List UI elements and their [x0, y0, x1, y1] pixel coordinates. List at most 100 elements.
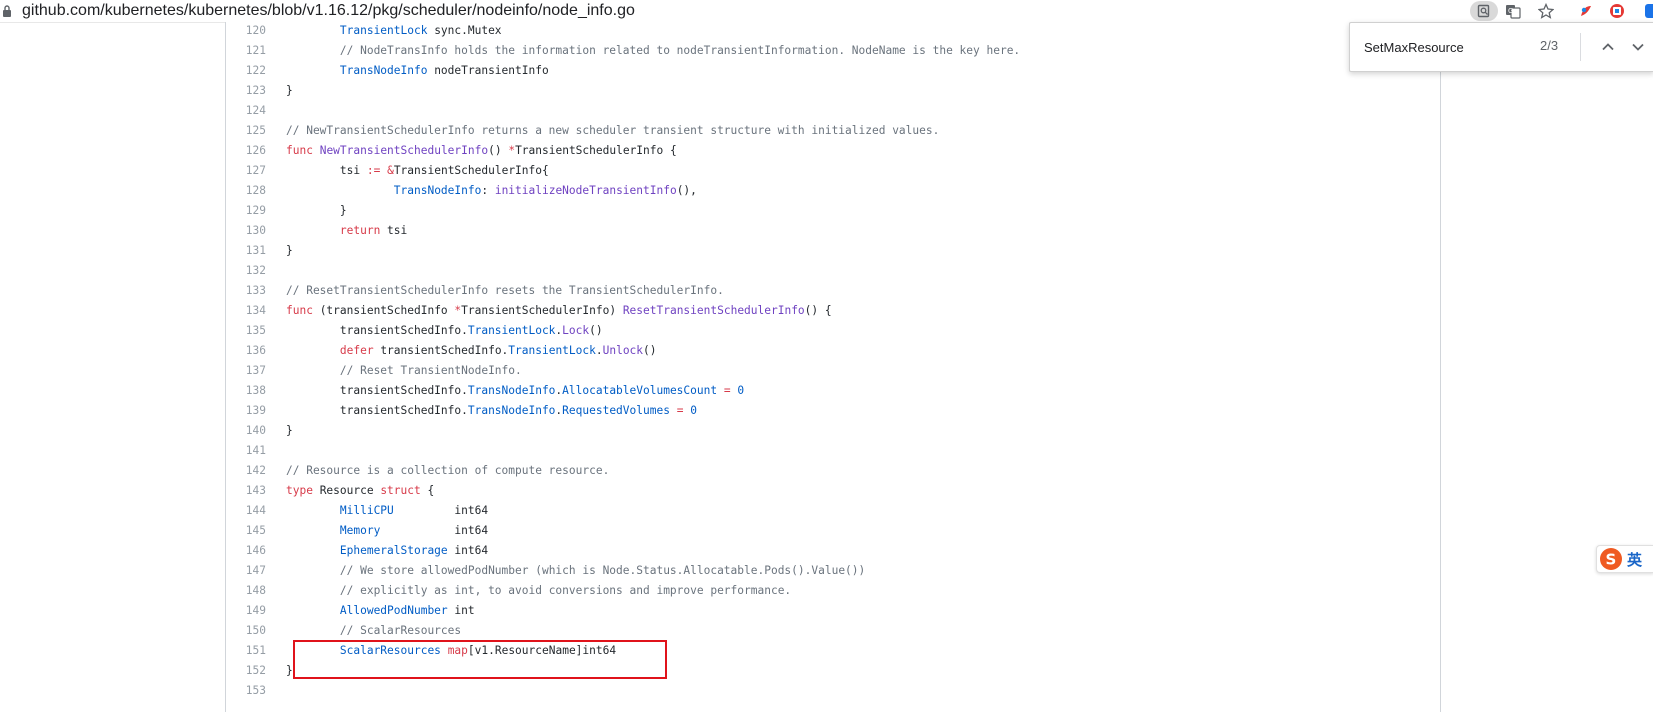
- line-number[interactable]: 137: [226, 361, 266, 381]
- line-number[interactable]: 122: [226, 61, 266, 81]
- line-number[interactable]: 132: [226, 261, 266, 281]
- line-code: transientSchedInfo.TransNodeInfo.Allocat…: [286, 381, 744, 401]
- line-code: // ResetTransientSchedulerInfo resets th…: [286, 281, 724, 301]
- line-number[interactable]: 123: [226, 81, 266, 101]
- code-token: }: [286, 204, 347, 217]
- code-token: int: [447, 604, 475, 617]
- line-code: Memory int64: [286, 521, 488, 541]
- find-bar: 2/3: [1349, 22, 1653, 72]
- code-token: TransientLock: [508, 344, 596, 357]
- code-line: 122 TransNodeInfo nodeTransientInfo: [226, 61, 1440, 81]
- sogou-logo-icon: S: [1600, 548, 1622, 570]
- code-line: 130 return tsi: [226, 221, 1440, 241]
- find-input[interactable]: [1364, 37, 1514, 57]
- code-token: TransientSchedulerInfo {: [515, 144, 677, 157]
- line-number[interactable]: 146: [226, 541, 266, 561]
- code-token: struct: [380, 484, 421, 497]
- line-number[interactable]: 134: [226, 301, 266, 321]
- code-line: 148 // explicitly as int, to avoid conve…: [226, 581, 1440, 601]
- line-code: AllowedPodNumber int: [286, 601, 475, 621]
- line-number[interactable]: 120: [226, 21, 266, 41]
- code-line: 136 defer transientSchedInfo.TransientLo…: [226, 341, 1440, 361]
- extension-icon[interactable]: [1606, 1, 1628, 21]
- code-token: int64: [447, 544, 489, 557]
- code-line: 125 // NewTransientSchedulerInfo returns …: [226, 121, 1440, 141]
- line-number[interactable]: 153: [226, 681, 266, 701]
- line-number[interactable]: 126: [226, 141, 266, 161]
- line-number[interactable]: 136: [226, 341, 266, 361]
- code-token: MilliCPU: [339, 504, 394, 517]
- chevron-down-icon[interactable]: [1628, 37, 1648, 57]
- line-number[interactable]: 148: [226, 581, 266, 601]
- line-number[interactable]: 150: [226, 621, 266, 641]
- line-number[interactable]: 125: [226, 121, 266, 141]
- line-number[interactable]: 147: [226, 561, 266, 581]
- code-token: =: [723, 384, 731, 397]
- line-code: }: [286, 241, 293, 261]
- line-number[interactable]: 135: [226, 321, 266, 341]
- code-token: // NewTransientSchedulerInfo returns a n…: [286, 124, 940, 137]
- line-number[interactable]: 129: [226, 201, 266, 221]
- code-token: nodeTransientInfo: [427, 64, 549, 77]
- line-number[interactable]: 124: [226, 101, 266, 121]
- line-number[interactable]: 152: [226, 661, 266, 681]
- line-number[interactable]: 138: [226, 381, 266, 401]
- line-number[interactable]: 139: [226, 401, 266, 421]
- code-token: func: [286, 144, 313, 157]
- line-number[interactable]: 144: [226, 501, 266, 521]
- code-token: initializeNodeTransientInfo: [494, 184, 677, 197]
- code-line: 134 func (transientSchedInfo *TransientSc…: [226, 301, 1440, 321]
- line-code: // explicitly as int, to avoid conversio…: [286, 581, 791, 601]
- line-number[interactable]: 128: [226, 181, 266, 201]
- code-line: 133 // ResetTransientSchedulerInfo resets…: [226, 281, 1440, 301]
- code-line: 123}: [226, 81, 1440, 101]
- code-token: TransNodeInfo: [467, 404, 556, 417]
- line-code: // We store allowedPodNumber (which is N…: [286, 561, 865, 581]
- line-number[interactable]: 131: [226, 241, 266, 261]
- svg-text:G: G: [1508, 7, 1513, 15]
- code-line: 140}: [226, 421, 1440, 441]
- extension-icon[interactable]: [1640, 1, 1653, 21]
- code-token: tsi: [380, 224, 408, 237]
- code-line: 149 AllowedPodNumber int: [226, 601, 1440, 621]
- line-code: defer transientSchedInfo.TransientLock.U…: [286, 341, 657, 361]
- line-number[interactable]: 149: [226, 601, 266, 621]
- line-number[interactable]: 130: [226, 221, 266, 241]
- code-token: }: [286, 244, 293, 257]
- line-number[interactable]: 141: [226, 441, 266, 461]
- translate-icon[interactable]: G: [1502, 1, 1524, 21]
- code-line: 120 TransientLock sync.Mutex: [226, 21, 1440, 41]
- line-number[interactable]: 143: [226, 481, 266, 501]
- line-number[interactable]: 127: [226, 161, 266, 181]
- star-icon[interactable]: [1535, 1, 1557, 21]
- line-code: // Resource is a collection of compute r…: [286, 461, 609, 481]
- line-code: type Resource struct {: [286, 481, 434, 501]
- code-token: () {: [804, 304, 832, 317]
- code-line: 143 type Resource struct {: [226, 481, 1440, 501]
- line-number[interactable]: 133: [226, 281, 266, 301]
- line-code: func NewTransientSchedulerInfo() *Transi…: [286, 141, 677, 161]
- zoom-icon[interactable]: [1470, 1, 1498, 21]
- line-number[interactable]: 151: [226, 641, 266, 661]
- chevron-up-icon[interactable]: [1598, 37, 1618, 57]
- code-token: AllowedPodNumber: [339, 604, 448, 617]
- line-number[interactable]: 145: [226, 521, 266, 541]
- line-code: // NodeTransInfo holds the information r…: [286, 41, 1020, 61]
- extension-icon[interactable]: [1575, 1, 1597, 21]
- lock-icon[interactable]: [2, 4, 12, 18]
- line-number[interactable]: 140: [226, 421, 266, 441]
- line-number[interactable]: 142: [226, 461, 266, 481]
- code-token: // NodeTransInfo holds the information r…: [339, 44, 1021, 57]
- address-bar-url[interactable]: github.com/kubernetes/kubernetes/blob/v1…: [22, 0, 635, 22]
- code-token: transientSchedInfo.: [286, 324, 468, 337]
- ime-indicator[interactable]: S 英: [1596, 545, 1653, 573]
- line-code: EphemeralStorage int64: [286, 541, 488, 561]
- line-number[interactable]: 121: [226, 41, 266, 61]
- line-code: TransNodeInfo nodeTransientInfo: [286, 61, 549, 81]
